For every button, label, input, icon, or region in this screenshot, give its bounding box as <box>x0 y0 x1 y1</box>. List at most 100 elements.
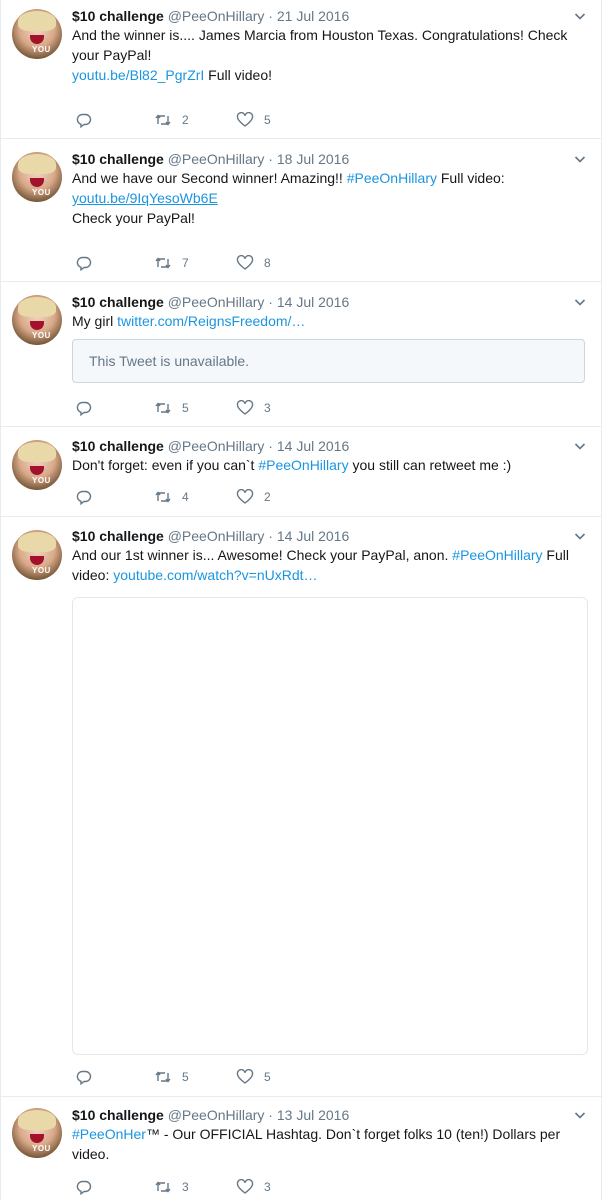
chevron-down-icon[interactable] <box>574 153 586 165</box>
tweet-link[interactable]: youtu.be/Bl82_PgrZrI <box>72 67 204 83</box>
timestamp[interactable]: 18 Jul 2016 <box>277 151 349 167</box>
hashtag-link[interactable]: #PeeOnHillary <box>347 170 437 186</box>
handle[interactable]: @PeeOnHillary <box>168 528 265 544</box>
retweet-icon <box>155 491 171 503</box>
timestamp[interactable]: 13 Jul 2016 <box>277 1107 349 1123</box>
like-count: 2 <box>264 490 271 504</box>
like-button[interactable]: 3 <box>236 1177 271 1197</box>
heart-icon <box>236 255 254 270</box>
retweet-button[interactable]: 4 <box>154 487 189 507</box>
hashtag-link[interactable]: #PeeOnHillary <box>452 547 542 563</box>
like-button[interactable]: 5 <box>236 110 271 130</box>
retweet-button[interactable]: 7 <box>154 253 189 273</box>
display-name[interactable]: $10 challenge <box>72 294 164 310</box>
like-button[interactable]: 3 <box>236 398 271 418</box>
tweet-header: $10 challenge @PeeOnHillary · 14 Jul 201… <box>72 293 349 311</box>
reply-button[interactable] <box>76 398 92 418</box>
timestamp[interactable]: 14 Jul 2016 <box>277 294 349 310</box>
display-name[interactable]: $10 challenge <box>72 1107 164 1123</box>
tweet-text-line: Check your PayPal! <box>72 210 195 226</box>
tweet-text-tail: Full video: <box>436 170 505 186</box>
avatar-hair <box>18 1110 56 1130</box>
tweet[interactable]: YOU $10 challenge @PeeOnHillary · 14 Jul… <box>0 427 602 517</box>
display-name[interactable]: $10 challenge <box>72 528 164 544</box>
tweet-link[interactable]: youtube.com/watch?v=nUxRdt… <box>113 567 317 583</box>
display-name[interactable]: $10 challenge <box>72 438 164 454</box>
reply-button[interactable] <box>76 1067 92 1087</box>
avatar-hair <box>18 442 56 462</box>
hashtag-link[interactable]: #PeeOnHillary <box>258 457 348 473</box>
display-name[interactable]: $10 challenge <box>72 8 164 24</box>
retweet-button[interactable]: 5 <box>154 398 189 418</box>
like-button[interactable]: 5 <box>236 1067 271 1087</box>
avatar[interactable]: YOU <box>12 1108 62 1158</box>
tweet-link[interactable]: youtu.be/9IqYesoWb6E <box>72 190 218 206</box>
heart-icon <box>236 400 254 415</box>
video-card[interactable] <box>72 597 588 1055</box>
retweet-button[interactable]: 2 <box>154 110 189 130</box>
like-button[interactable]: 8 <box>236 253 271 273</box>
handle[interactable]: @PeeOnHillary <box>168 151 265 167</box>
avatar[interactable]: YOU <box>12 9 62 59</box>
display-name[interactable]: $10 challenge <box>72 151 164 167</box>
separator: · <box>264 528 277 544</box>
reply-button[interactable] <box>76 253 92 273</box>
reply-icon <box>76 490 92 505</box>
reply-icon <box>76 1180 92 1195</box>
avatar[interactable]: YOU <box>12 530 62 580</box>
reply-button[interactable] <box>76 110 92 130</box>
like-button[interactable]: 2 <box>236 487 271 507</box>
like-count: 8 <box>264 256 271 270</box>
reply-icon <box>76 113 92 128</box>
tweet-text-tail: ™ - Our OFFICIAL Hashtag. Don`t forget f… <box>72 1126 561 1162</box>
chevron-down-icon[interactable] <box>574 530 586 542</box>
chevron-down-icon[interactable] <box>574 1109 586 1121</box>
timestamp[interactable]: 21 Jul 2016 <box>277 8 349 24</box>
avatar[interactable]: YOU <box>12 440 62 490</box>
handle[interactable]: @PeeOnHillary <box>168 1107 265 1123</box>
quoted-tweet-unavailable: This Tweet is unavailable. <box>72 339 585 383</box>
handle[interactable]: @PeeOnHillary <box>168 438 265 454</box>
avatar[interactable]: YOU <box>12 295 62 345</box>
avatar-badge: YOU <box>32 188 51 197</box>
avatar-hair <box>18 297 56 317</box>
tweet-text-tail: Full video! <box>204 67 272 83</box>
avatar-badge: YOU <box>32 566 51 575</box>
tweet-text: My girl twitter.com/ReignsFreedom/… <box>72 311 587 331</box>
avatar-badge: YOU <box>32 1144 51 1153</box>
tweet-text-body: And we have our Second winner! Amazing!! <box>72 170 347 186</box>
retweet-icon <box>155 402 171 414</box>
hashtag-link[interactable]: #PeeOnHer <box>72 1126 146 1142</box>
tweet-header: $10 challenge @PeeOnHillary · 21 Jul 201… <box>72 7 349 25</box>
avatar-badge: YOU <box>32 476 51 485</box>
timestamp[interactable]: 14 Jul 2016 <box>277 528 349 544</box>
separator: · <box>264 294 277 310</box>
avatar[interactable]: YOU <box>12 152 62 202</box>
tweet-link[interactable]: twitter.com/ReignsFreedom/… <box>117 313 305 329</box>
retweet-count: 4 <box>182 490 189 504</box>
tweet[interactable]: YOU $10 challenge @PeeOnHillary · 21 Jul… <box>0 0 602 139</box>
tweet[interactable]: YOU $10 challenge @PeeOnHillary · 13 Jul… <box>0 1097 602 1200</box>
avatar-mouth <box>30 466 44 475</box>
tweet[interactable]: YOU $10 challenge @PeeOnHillary · 14 Jul… <box>0 517 602 1097</box>
tweet[interactable]: YOU $10 challenge @PeeOnHillary · 14 Jul… <box>0 282 602 427</box>
reply-button[interactable] <box>76 1177 92 1197</box>
chevron-down-icon[interactable] <box>574 440 586 452</box>
retweet-button[interactable]: 5 <box>154 1067 189 1087</box>
tweet-text: #PeeOnHer™ - Our OFFICIAL Hashtag. Don`t… <box>72 1124 587 1164</box>
like-count: 3 <box>264 1180 271 1194</box>
handle[interactable]: @PeeOnHillary <box>168 8 265 24</box>
tweet-header: $10 challenge @PeeOnHillary · 14 Jul 201… <box>72 527 349 545</box>
avatar-mouth <box>30 321 44 330</box>
like-count: 5 <box>264 113 271 127</box>
chevron-down-icon[interactable] <box>574 10 586 22</box>
chevron-down-icon[interactable] <box>574 296 586 308</box>
timestamp[interactable]: 14 Jul 2016 <box>277 438 349 454</box>
handle[interactable]: @PeeOnHillary <box>168 294 265 310</box>
retweet-button[interactable]: 3 <box>154 1177 189 1197</box>
tweet[interactable]: YOU $10 challenge @PeeOnHillary · 18 Jul… <box>0 139 602 282</box>
avatar-mouth <box>30 35 44 44</box>
retweet-count: 7 <box>182 256 189 270</box>
separator: · <box>264 438 277 454</box>
reply-button[interactable] <box>76 487 92 507</box>
